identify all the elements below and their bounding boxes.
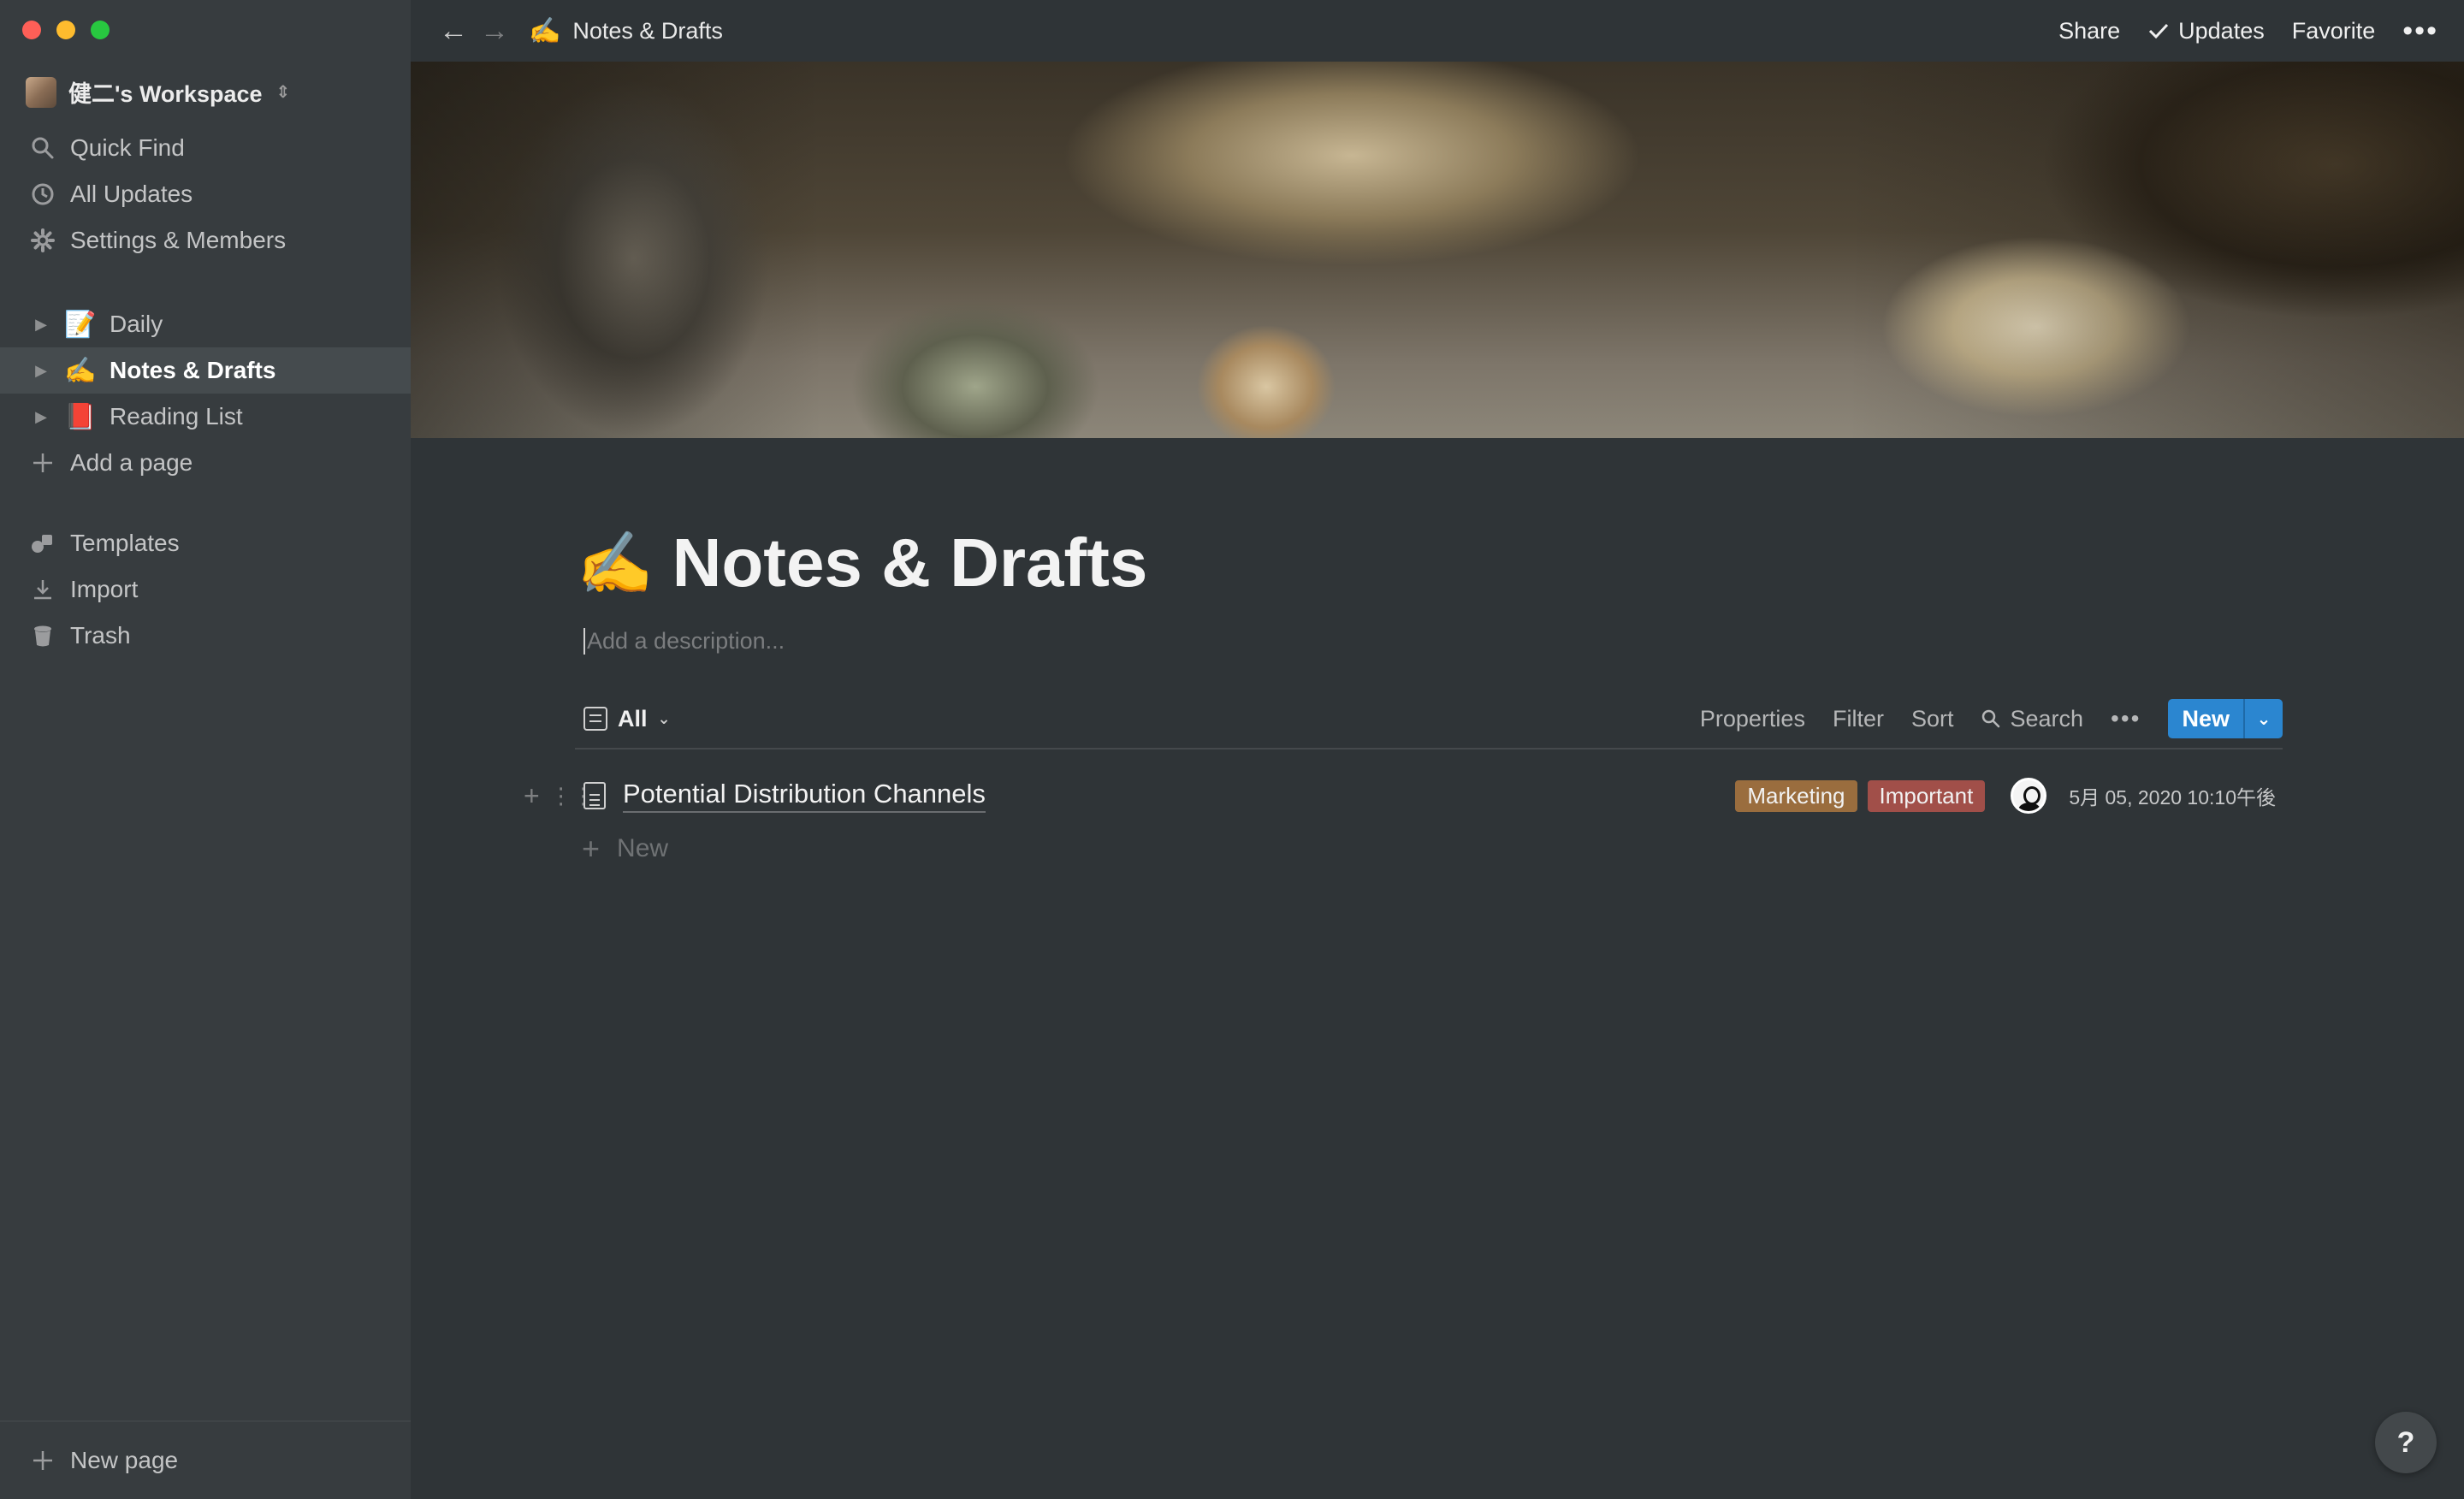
sidebar-item-label: Daily bbox=[110, 311, 163, 337]
sidebar-page-daily[interactable]: ▶ 📝 Daily bbox=[0, 301, 411, 347]
plus-icon bbox=[27, 1449, 58, 1472]
sidebar-item-label: Settings & Members bbox=[70, 227, 287, 253]
cover-image[interactable] bbox=[411, 62, 2464, 438]
new-button-label[interactable]: New bbox=[2168, 699, 2243, 738]
gear-icon bbox=[27, 225, 58, 256]
page-emoji-icon: ✍️ bbox=[64, 356, 97, 385]
clock-icon bbox=[27, 179, 58, 210]
page-title-text[interactable]: Notes & Drafts bbox=[672, 524, 1148, 602]
sidebar-page-reading-list[interactable]: ▶ 📕 Reading List bbox=[0, 394, 411, 440]
properties-button[interactable]: Properties bbox=[1700, 706, 1805, 732]
updates-button[interactable]: Updates bbox=[2147, 18, 2265, 44]
workspace-switcher[interactable]: 健二's Workspace ⇕ bbox=[26, 75, 290, 109]
table-row[interactable]: + ⋮⋮ Potential Distribution Channels Mar… bbox=[524, 768, 2283, 823]
list-view-icon bbox=[583, 707, 607, 731]
breadcrumb[interactable]: ✍️ Notes & Drafts bbox=[529, 16, 723, 46]
chevron-updown-icon: ⇕ bbox=[275, 83, 291, 102]
new-page-button[interactable]: New page bbox=[0, 1420, 411, 1499]
sidebar-item-trash[interactable]: Trash bbox=[0, 613, 411, 659]
help-button[interactable]: ? bbox=[2375, 1412, 2437, 1473]
chevron-down-icon: ⌄ bbox=[657, 709, 671, 727]
updates-label: Updates bbox=[2178, 17, 2265, 44]
trash-icon bbox=[27, 620, 58, 651]
workspace-avatar bbox=[26, 76, 56, 108]
add-page-button[interactable]: Add a page bbox=[0, 440, 411, 486]
close-window-button[interactable] bbox=[22, 21, 41, 39]
filter-button[interactable]: Filter bbox=[1833, 706, 1884, 732]
sidebar-item-label: Import bbox=[70, 576, 139, 602]
top-bar: ← → ✍️ Notes & Drafts Share Updates Favo… bbox=[411, 0, 2464, 62]
page-emoji-icon[interactable]: ✍️ bbox=[577, 527, 654, 600]
description-field[interactable]: Add a description... bbox=[583, 628, 785, 655]
sidebar-item-settings[interactable]: Settings & Members bbox=[0, 217, 411, 264]
more-options-icon[interactable]: ••• bbox=[2111, 707, 2141, 731]
row-title[interactable]: Potential Distribution Channels bbox=[623, 779, 986, 813]
sidebar-item-templates[interactable]: Templates bbox=[0, 520, 411, 566]
plus-icon: + bbox=[582, 831, 601, 866]
maximize-window-button[interactable] bbox=[91, 21, 110, 39]
view-name: All bbox=[618, 705, 648, 732]
sidebar-item-label: Add a page bbox=[70, 449, 193, 476]
page-emoji-icon: 📝 bbox=[64, 310, 97, 339]
page-emoji-icon: ✍️ bbox=[529, 16, 561, 45]
minimize-window-button[interactable] bbox=[56, 21, 75, 39]
expand-toggle-icon[interactable]: ▶ bbox=[31, 362, 51, 380]
sidebar-item-all-updates[interactable]: All Updates bbox=[0, 171, 411, 217]
favorite-button[interactable]: Favorite bbox=[2292, 18, 2376, 44]
expand-toggle-icon[interactable]: ▶ bbox=[31, 408, 51, 426]
row-properties: Marketing Important 5月 05, 2020 10:10午後 bbox=[1735, 768, 2276, 823]
share-button[interactable]: Share bbox=[2058, 18, 2120, 44]
plus-icon bbox=[27, 447, 58, 478]
chevron-down-icon[interactable]: ⌄ bbox=[2243, 699, 2283, 738]
workspace-name: 健二's Workspace bbox=[68, 81, 263, 107]
tag-marketing[interactable]: Marketing bbox=[1735, 779, 1857, 812]
add-row-icon[interactable]: + bbox=[524, 780, 540, 812]
forward-arrow-icon[interactable]: → bbox=[477, 15, 512, 48]
database-toolbar: All ⌄ Properties Filter Sort Search ••• … bbox=[575, 690, 2283, 750]
expand-toggle-icon[interactable]: ▶ bbox=[31, 316, 51, 334]
shapes-icon bbox=[27, 528, 58, 559]
page-title[interactable]: ✍️ Notes & Drafts bbox=[577, 524, 1147, 602]
window-controls bbox=[22, 21, 110, 39]
search-icon bbox=[1982, 709, 2000, 728]
sidebar-item-label: Reading List bbox=[110, 403, 243, 430]
sort-button[interactable]: Sort bbox=[1911, 706, 1954, 732]
view-selector[interactable]: All ⌄ bbox=[583, 706, 671, 732]
sidebar-item-label: Templates bbox=[70, 530, 180, 556]
sidebar-item-quick-find[interactable]: Quick Find bbox=[0, 125, 411, 171]
sidebar-item-label: Trash bbox=[70, 622, 131, 649]
sidebar-item-import[interactable]: Import bbox=[0, 566, 411, 613]
add-row-label: New bbox=[617, 834, 669, 862]
breadcrumb-title: Notes & Drafts bbox=[572, 17, 723, 44]
page-emoji-icon: 📕 bbox=[64, 402, 97, 431]
more-options-icon[interactable]: ••• bbox=[2402, 16, 2438, 45]
main-content: ← → ✍️ Notes & Drafts Share Updates Favo… bbox=[411, 0, 2464, 1499]
created-date[interactable]: 5月 05, 2020 10:10午後 bbox=[2069, 781, 2276, 810]
document-icon bbox=[583, 782, 606, 809]
avatar[interactable] bbox=[2011, 778, 2047, 814]
new-page-label: New page bbox=[70, 1447, 179, 1473]
download-icon bbox=[27, 574, 58, 605]
search-button[interactable]: Search bbox=[1981, 706, 2083, 732]
search-icon bbox=[27, 133, 58, 163]
sidebar-item-label: Quick Find bbox=[70, 134, 185, 161]
cover-shade bbox=[411, 62, 2464, 438]
tag-important[interactable]: Important bbox=[1867, 779, 1986, 812]
check-icon bbox=[2149, 23, 2169, 39]
top-actions: Share Updates Favorite ••• bbox=[2058, 0, 2438, 62]
sidebar-item-label: Notes & Drafts bbox=[110, 357, 276, 383]
back-arrow-icon[interactable]: ← bbox=[436, 15, 471, 48]
sidebar-item-label: All Updates bbox=[70, 181, 193, 207]
search-label: Search bbox=[2010, 705, 2084, 732]
database-actions: Properties Filter Sort Search ••• New ⌄ bbox=[1700, 690, 2283, 748]
sidebar: 健二's Workspace ⇕ Quick Find All Updates … bbox=[0, 0, 411, 1499]
sidebar-page-notes-drafts[interactable]: ▶ ✍️ Notes & Drafts bbox=[0, 347, 411, 394]
app-window: 健二's Workspace ⇕ Quick Find All Updates … bbox=[0, 0, 2464, 1499]
add-row-button[interactable]: + New bbox=[575, 823, 668, 874]
new-record-button[interactable]: New ⌄ bbox=[2168, 699, 2283, 738]
